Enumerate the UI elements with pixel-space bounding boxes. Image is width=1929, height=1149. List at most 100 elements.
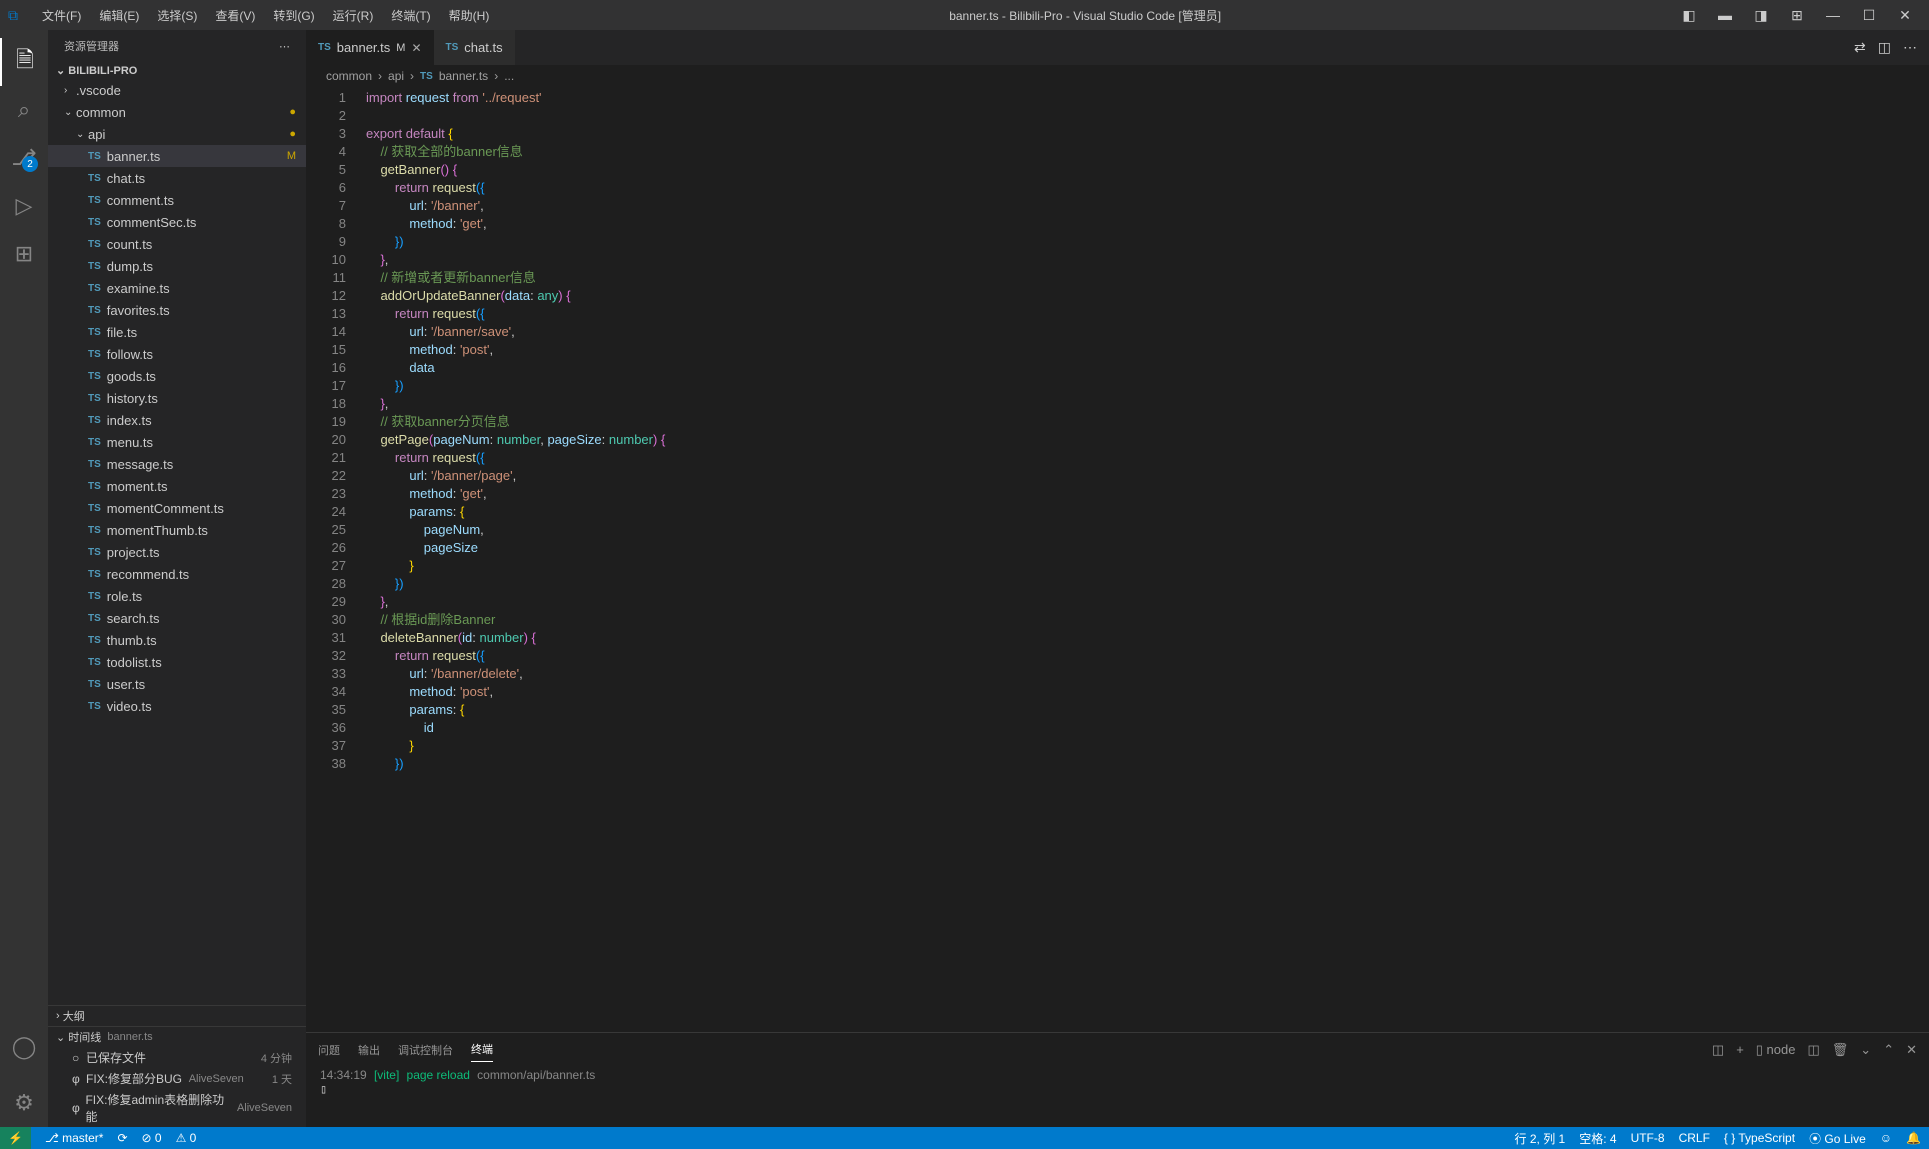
- file-item[interactable]: TSvideo.ts: [48, 695, 306, 717]
- menu-edit[interactable]: 编辑(E): [91, 3, 147, 28]
- file-item[interactable]: TSmoment.ts: [48, 475, 306, 497]
- file-item[interactable]: TScommentSec.ts: [48, 211, 306, 233]
- menu-view[interactable]: 查看(V): [207, 3, 263, 28]
- more-icon[interactable]: ⋯: [1903, 39, 1917, 56]
- trash-icon[interactable]: 🗑: [1832, 1042, 1849, 1058]
- file-item[interactable]: TSgoods.ts: [48, 365, 306, 387]
- language-mode[interactable]: { } TypeScript: [1724, 1131, 1795, 1145]
- menu-help[interactable]: 帮助(H): [441, 3, 498, 28]
- go-live[interactable]: ⦿ Go Live: [1809, 1130, 1866, 1147]
- add-terminal-icon[interactable]: +: [1736, 1042, 1744, 1058]
- split-icon[interactable]: ◫: [1807, 1042, 1819, 1058]
- layout-icon[interactable]: ⊞: [1781, 7, 1813, 24]
- file-item[interactable]: TSmomentComment.ts: [48, 497, 306, 519]
- errors-count[interactable]: ⊘ 0: [142, 1131, 162, 1145]
- file-item[interactable]: TSfavorites.ts: [48, 299, 306, 321]
- outline-section[interactable]: › 大纲: [48, 1005, 306, 1026]
- sidebar: 资源管理器 ⋯ ⌄ BILIBILI-PRO ›.vscode ⌄common●…: [48, 30, 306, 1127]
- file-item[interactable]: TScount.ts: [48, 233, 306, 255]
- file-item[interactable]: TSindex.ts: [48, 409, 306, 431]
- close-panel-icon[interactable]: ✕: [1906, 1042, 1917, 1058]
- layout-icon[interactable]: ◧: [1673, 7, 1705, 24]
- code-editor[interactable]: import request from '../request' export …: [366, 87, 1849, 1032]
- file-item[interactable]: TSmenu.ts: [48, 431, 306, 453]
- file-item[interactable]: TSbanner.tsM: [48, 145, 306, 167]
- shell-selector[interactable]: ▯ node: [1756, 1042, 1796, 1058]
- git-branch[interactable]: ⎇ master*: [45, 1131, 104, 1145]
- file-item[interactable]: TSmessage.ts: [48, 453, 306, 475]
- status-bar: ⚡ ⎇ master* ⟳ ⊘ 0 ⚠ 0 行 2, 列 1 空格: 4 UTF…: [0, 1127, 1929, 1149]
- file-item[interactable]: TScomment.ts: [48, 189, 306, 211]
- editor-tab[interactable]: TSchat.ts: [434, 30, 515, 65]
- extensions-icon[interactable]: ⊞: [0, 230, 48, 278]
- file-item[interactable]: TSfile.ts: [48, 321, 306, 343]
- folder-common[interactable]: ⌄common●: [48, 101, 306, 123]
- panel-tab-terminal[interactable]: 终端: [471, 1037, 493, 1062]
- file-item[interactable]: TSfollow.ts: [48, 343, 306, 365]
- menu-selection[interactable]: 选择(S): [149, 3, 205, 28]
- menu-go[interactable]: 转到(G): [265, 3, 322, 28]
- titlebar: ⧉ 文件(F) 编辑(E) 选择(S) 查看(V) 转到(G) 运行(R) 终端…: [0, 0, 1929, 30]
- file-item[interactable]: TSthumb.ts: [48, 629, 306, 651]
- file-item[interactable]: TSchat.ts: [48, 167, 306, 189]
- breadcrumbs[interactable]: common › api › TS banner.ts › ...: [306, 65, 1929, 87]
- close-button[interactable]: ✕: [1889, 7, 1921, 24]
- explorer-icon[interactable]: 🗎: [0, 38, 48, 86]
- folder-vscode[interactable]: ›.vscode: [48, 79, 306, 101]
- settings-icon[interactable]: ⚙: [0, 1079, 48, 1127]
- more-icon[interactable]: ⋯: [279, 40, 290, 53]
- layout-icon[interactable]: ◨: [1745, 7, 1777, 24]
- feedback-icon[interactable]: ☺: [1880, 1131, 1892, 1145]
- remote-button[interactable]: ⚡: [0, 1127, 31, 1149]
- minimize-button[interactable]: —: [1817, 7, 1849, 23]
- timeline-section[interactable]: ⌄ 时间线 banner.ts: [48, 1026, 306, 1047]
- menu-terminal[interactable]: 终端(T): [383, 3, 438, 28]
- maximize-button[interactable]: ☐: [1853, 7, 1885, 24]
- chevron-up-icon[interactable]: ⌃: [1883, 1042, 1894, 1058]
- panel-tab-problems[interactable]: 问题: [318, 1038, 340, 1062]
- compare-icon[interactable]: ⇄: [1854, 39, 1866, 56]
- editor-area: TSbanner.tsM✕TSchat.ts ⇄ ◫ ⋯ common › ap…: [306, 30, 1929, 1127]
- file-item[interactable]: TSrecommend.ts: [48, 563, 306, 585]
- file-item[interactable]: TSdump.ts: [48, 255, 306, 277]
- editor-tab[interactable]: TSbanner.tsM✕: [306, 30, 434, 65]
- panel-tab-debug[interactable]: 调试控制台: [398, 1038, 453, 1062]
- file-item[interactable]: TSuser.ts: [48, 673, 306, 695]
- folder-api[interactable]: ⌄api●: [48, 123, 306, 145]
- menu-file[interactable]: 文件(F): [34, 3, 89, 28]
- panel-tab-output[interactable]: 输出: [358, 1038, 380, 1062]
- file-item[interactable]: TSexamine.ts: [48, 277, 306, 299]
- split-terminal-icon[interactable]: ◫: [1712, 1042, 1724, 1058]
- notifications-icon[interactable]: 🔔: [1906, 1131, 1921, 1145]
- menu-run[interactable]: 运行(R): [325, 3, 382, 28]
- timeline-item[interactable]: φFIX:修复admin表格删除功能 AliveSeven: [48, 1089, 306, 1127]
- encoding[interactable]: UTF-8: [1631, 1131, 1665, 1145]
- sync-button[interactable]: ⟳: [117, 1131, 127, 1145]
- minimap[interactable]: [1849, 87, 1929, 1032]
- chevron-down-icon[interactable]: ⌄: [1860, 1042, 1871, 1058]
- account-icon[interactable]: ◯: [0, 1023, 48, 1071]
- file-item[interactable]: TShistory.ts: [48, 387, 306, 409]
- split-icon[interactable]: ◫: [1878, 39, 1891, 56]
- file-item[interactable]: TSsearch.ts: [48, 607, 306, 629]
- window-title: banner.ts - Bilibili-Pro - Visual Studio…: [497, 7, 1673, 24]
- scm-icon[interactable]: ⎇2: [0, 134, 48, 182]
- timeline-item[interactable]: φFIX:修复部分BUG AliveSeven1 天: [48, 1068, 306, 1089]
- layout-icon[interactable]: ▬: [1709, 7, 1741, 23]
- project-root[interactable]: ⌄ BILIBILI-PRO: [48, 62, 306, 79]
- eol[interactable]: CRLF: [1679, 1131, 1710, 1145]
- warnings-count[interactable]: ⚠ 0: [176, 1131, 197, 1145]
- file-item[interactable]: TStodolist.ts: [48, 651, 306, 673]
- cursor-position[interactable]: 行 2, 列 1: [1515, 1130, 1566, 1147]
- file-item[interactable]: TSrole.ts: [48, 585, 306, 607]
- sidebar-header: 资源管理器 ⋯: [48, 30, 306, 62]
- search-icon[interactable]: ⌕: [0, 86, 48, 134]
- file-item[interactable]: TSmomentThumb.ts: [48, 519, 306, 541]
- terminal-output[interactable]: 14:34:19 [vite] page reload common/api/b…: [306, 1066, 1929, 1127]
- editor-tabs: TSbanner.tsM✕TSchat.ts ⇄ ◫ ⋯: [306, 30, 1929, 65]
- timeline-item[interactable]: ○已保存文件4 分钟: [48, 1047, 306, 1068]
- debug-icon[interactable]: ▷: [0, 182, 48, 230]
- indentation[interactable]: 空格: 4: [1579, 1130, 1616, 1147]
- file-item[interactable]: TSproject.ts: [48, 541, 306, 563]
- close-tab-icon[interactable]: ✕: [411, 41, 421, 55]
